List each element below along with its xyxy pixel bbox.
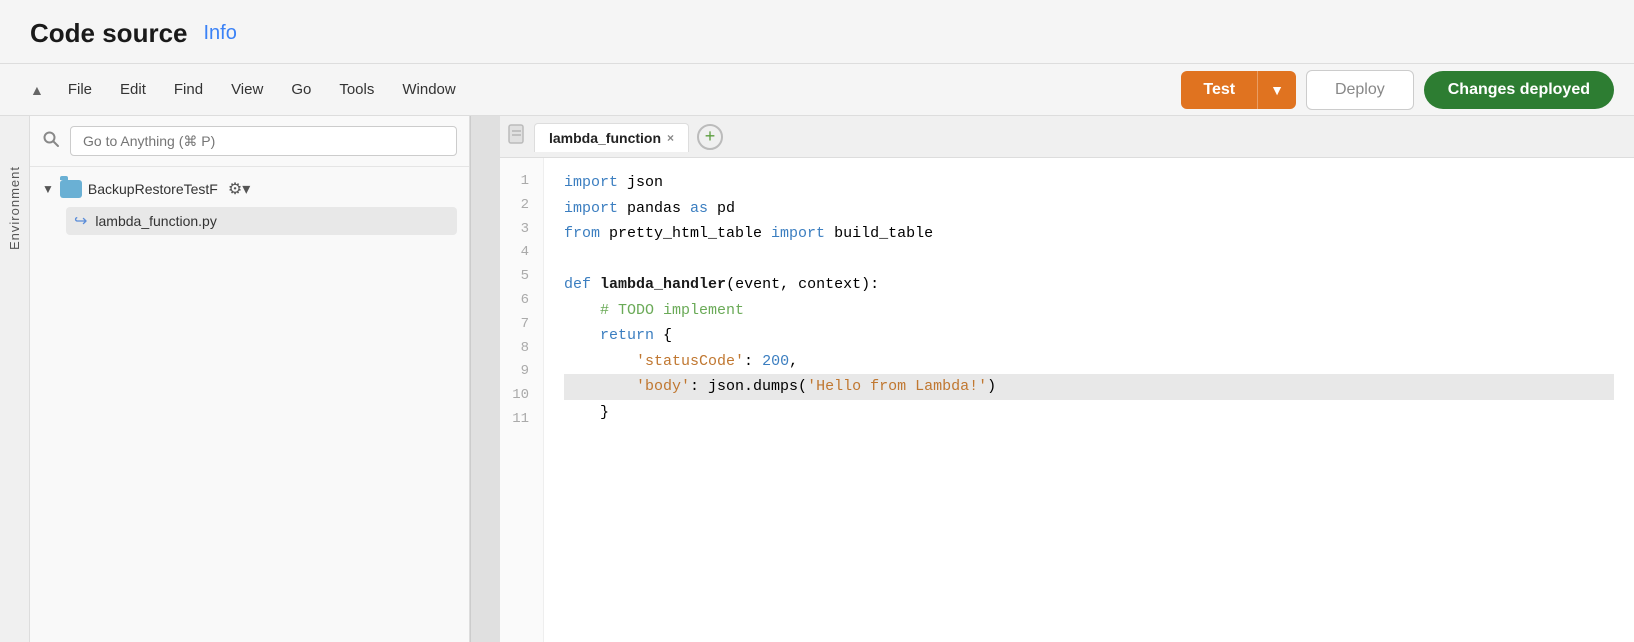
line-numbers: 1 2 3 4 5 6 7 8 9 10 11 xyxy=(500,158,544,642)
menu-edit[interactable]: Edit xyxy=(106,73,160,106)
code-area: lambda_function × + 1 2 3 4 5 6 7 8 9 10… xyxy=(500,116,1634,642)
file-name: lambda_function.py xyxy=(95,213,216,229)
scrollbar[interactable] xyxy=(470,116,500,642)
menu-file[interactable]: File xyxy=(54,73,106,106)
tab-label: lambda_function xyxy=(549,130,661,146)
toolbar-right: Test ▼ Deploy Changes deployed xyxy=(1181,70,1614,110)
file-panel: ▼ BackupRestoreTestF ⚙▾ ↪ lambda_functio… xyxy=(30,116,470,642)
menu-find[interactable]: Find xyxy=(160,73,217,106)
chevron-down-icon: ▼ xyxy=(1270,82,1284,98)
changes-deployed-button[interactable]: Changes deployed xyxy=(1424,71,1614,109)
code-line-1: import json xyxy=(564,170,1614,196)
tab-bar: lambda_function × + xyxy=(500,116,1634,158)
code-line-3: from pretty_html_table import build_tabl… xyxy=(564,221,1614,247)
menu-go[interactable]: Go xyxy=(277,73,325,106)
file-row[interactable]: ↪ lambda_function.py xyxy=(66,207,457,235)
gear-icon: ⚙ xyxy=(228,181,242,198)
code-content[interactable]: import json import pandas as pd from pre… xyxy=(544,158,1634,642)
code-line-9: 'body': json.dumps('Hello from Lambda!') xyxy=(564,374,1614,400)
code-line-8: 'statusCode': 200, xyxy=(564,349,1614,375)
folder-icon xyxy=(60,180,82,198)
folder-collapse-icon: ▼ xyxy=(42,182,54,196)
tab-close-icon[interactable]: × xyxy=(667,131,674,145)
add-tab-button[interactable]: + xyxy=(697,124,723,150)
code-line-7: return { xyxy=(564,323,1614,349)
menu-window[interactable]: Window xyxy=(388,73,469,106)
code-line-10: } xyxy=(564,400,1614,426)
tab-file-doc-icon xyxy=(508,124,526,149)
gear-button[interactable]: ⚙▾ xyxy=(224,177,254,201)
page-header: Code source Info xyxy=(0,0,1634,64)
code-line-5: def lambda_handler(event, context): xyxy=(564,272,1614,298)
code-editor: 1 2 3 4 5 6 7 8 9 10 11 import json impo… xyxy=(500,158,1634,642)
main-layout: Environment ▼ BackupRestoreTestF ⚙▾ xyxy=(0,116,1634,642)
deploy-button[interactable]: Deploy xyxy=(1306,70,1414,110)
code-line-11 xyxy=(564,425,1614,451)
info-link[interactable]: Info xyxy=(204,22,237,45)
search-bar xyxy=(30,116,469,167)
collapse-button[interactable]: ▲ xyxy=(20,76,54,104)
code-line-4 xyxy=(564,247,1614,273)
sidebar: Environment xyxy=(0,116,30,642)
code-line-2: import pandas as pd xyxy=(564,196,1614,222)
folder-row: ▼ BackupRestoreTestF ⚙▾ xyxy=(42,177,457,201)
test-button[interactable]: Test xyxy=(1181,71,1257,109)
folder-name: BackupRestoreTestF xyxy=(88,181,218,197)
code-line-6: # TODO implement xyxy=(564,298,1614,324)
toolbar-left: ▲ File Edit Find View Go Tools Window xyxy=(20,73,1181,106)
file-tree: ▼ BackupRestoreTestF ⚙▾ ↪ lambda_functio… xyxy=(30,167,469,642)
test-button-group: Test ▼ xyxy=(1181,71,1296,109)
page-title: Code source xyxy=(30,18,188,49)
file-icon: ↪ xyxy=(74,211,87,231)
menu-view[interactable]: View xyxy=(217,73,277,106)
search-input[interactable] xyxy=(70,126,457,156)
test-dropdown-button[interactable]: ▼ xyxy=(1257,71,1296,109)
sidebar-env-label: Environment xyxy=(7,166,22,250)
toolbar: ▲ File Edit Find View Go Tools Window Te… xyxy=(0,64,1634,116)
search-icon xyxy=(42,130,60,153)
tab-lambda-function[interactable]: lambda_function × xyxy=(534,123,689,152)
menu-tools[interactable]: Tools xyxy=(325,73,388,106)
